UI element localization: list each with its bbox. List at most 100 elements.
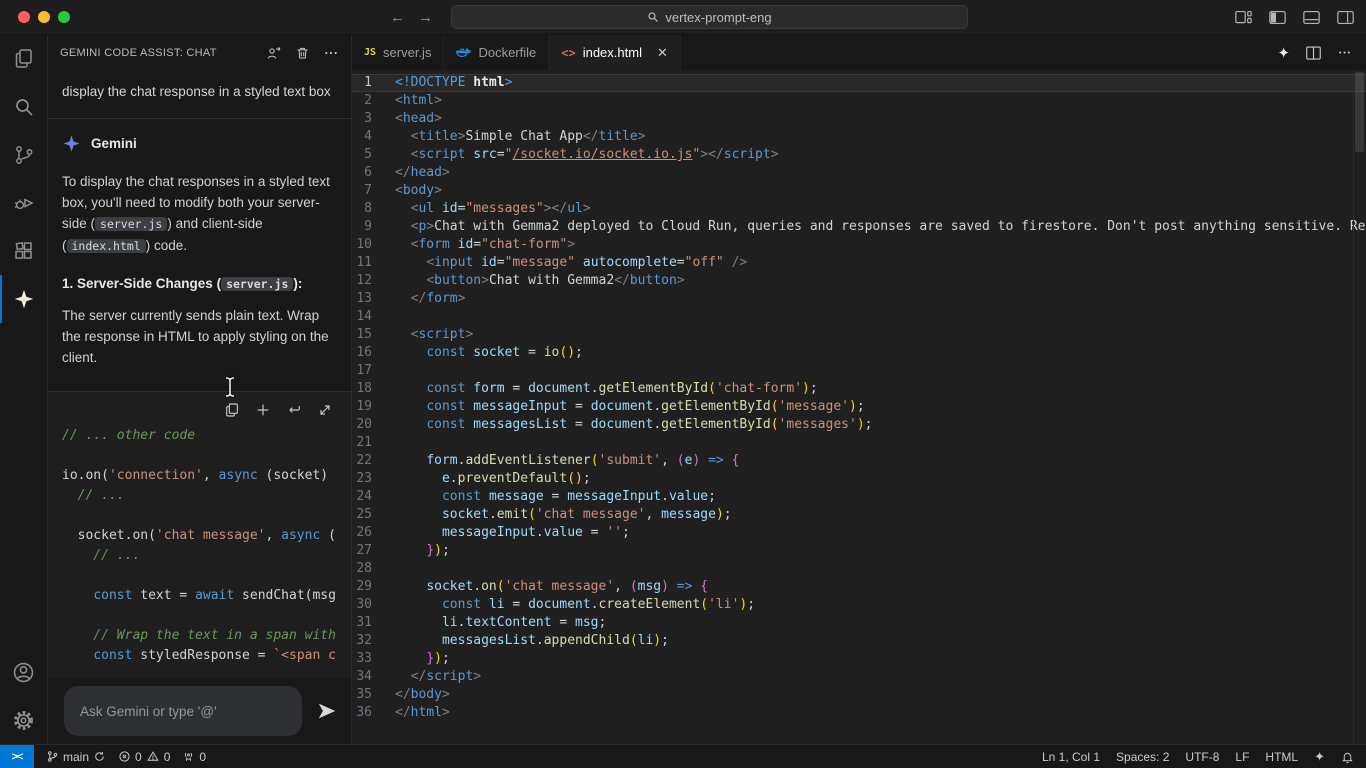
code-line[interactable]: 17 [352, 362, 1366, 380]
sidebar-item-explorer[interactable] [0, 35, 47, 83]
chat-code-line: // ... other code [62, 428, 196, 443]
code-line[interactable]: 10 <form id="chat-form"> [352, 236, 1366, 254]
search-value: vertex-prompt-eng [665, 9, 772, 25]
tab-server-js[interactable]: JS server.js [352, 35, 445, 70]
code-line[interactable]: 26 messageInput.value = ''; [352, 524, 1366, 542]
code-line[interactable]: 25 socket.emit('chat message', message); [352, 506, 1366, 524]
encoding[interactable]: UTF-8 [1177, 745, 1227, 768]
code-editor[interactable]: 1 <!DOCTYPE html> 2 <html> 3 <head> 4 <title>S… [352, 70, 1366, 744]
code-line[interactable]: 15 <script> [352, 326, 1366, 344]
gemini-sparkle-icon [14, 289, 33, 309]
gemini-response-header: Gemini [48, 119, 351, 161]
toggle-panel-icon[interactable] [1303, 10, 1320, 25]
vscode-window: ← → vertex-prompt-eng GEMINI CODE ASSIST… [0, 0, 1366, 768]
scrollbar-thumb[interactable] [1355, 72, 1364, 152]
sync-icon [95, 751, 104, 761]
sidebar-item-search[interactable] [0, 83, 47, 131]
code-line[interactable]: 18 const form = document.getElementById(… [352, 380, 1366, 398]
remote-indicator[interactable]: >< [0, 745, 34, 768]
chat-conversation: display the chat response in a styled te… [48, 70, 351, 678]
code-line[interactable]: 14 [352, 308, 1366, 326]
copy-icon[interactable] [224, 402, 240, 418]
chat-paragraph: The server currently sends plain text. W… [62, 308, 329, 365]
code-line[interactable]: 32 messagesList.appendChild(li); [352, 632, 1366, 650]
git-branch-item[interactable]: main [40, 745, 112, 768]
code-line[interactable]: 13 </form> [352, 290, 1366, 308]
command-center-search[interactable]: vertex-prompt-eng [451, 5, 968, 29]
code-line[interactable]: 11 <input id="message" autocomplete="off… [352, 254, 1366, 272]
settings-item[interactable] [0, 696, 47, 744]
tab-dockerfile[interactable]: Dockerfile [444, 35, 550, 70]
sidebar-item-gemini[interactable] [0, 275, 47, 323]
more-actions-icon[interactable] [323, 45, 339, 61]
insert-at-cursor-icon[interactable] [286, 402, 302, 418]
code-line[interactable]: 3 <head> [352, 110, 1366, 128]
code-line[interactable]: 33 }); [352, 650, 1366, 668]
scrollbar[interactable] [1353, 70, 1366, 744]
back-icon[interactable]: ← [390, 9, 405, 26]
send-icon[interactable] [315, 700, 339, 722]
share-chat-icon[interactable] [266, 45, 282, 61]
code-line[interactable]: 16 const socket = io(); [352, 344, 1366, 362]
editor-actions: ✦ [1277, 35, 1366, 70]
expand-icon[interactable] [317, 402, 333, 418]
accounts-item[interactable] [0, 648, 47, 696]
sidebar-item-extensions[interactable] [0, 227, 47, 275]
code-line[interactable]: 6 </head> [352, 164, 1366, 182]
traffic-lights [18, 11, 70, 23]
code-line[interactable]: 29 socket.on('chat message', (msg) => { [352, 578, 1366, 596]
close-tab-icon[interactable]: ✕ [657, 45, 668, 61]
cursor-position[interactable]: Ln 1, Col 1 [1034, 745, 1108, 768]
toggle-sidebar-icon[interactable] [1269, 10, 1286, 25]
chat-code-line: // ... [62, 488, 125, 503]
code-line[interactable]: 9 <p>Chat with Gemma2 deployed to Cloud … [352, 218, 1366, 236]
code-line[interactable]: 21 [352, 434, 1366, 452]
tab-index-html[interactable]: <> index.html ✕ [549, 35, 681, 70]
copilot-sparkle-icon[interactable]: ✦ [1306, 745, 1333, 768]
language-mode[interactable]: HTML [1257, 745, 1306, 768]
chat-code-line [62, 446, 351, 466]
gemini-chat-input[interactable] [64, 686, 302, 736]
code-line[interactable]: 7 <body> [352, 182, 1366, 200]
code-line[interactable]: 35 </body> [352, 686, 1366, 704]
code-line[interactable]: 24 const message = messageInput.value; [352, 488, 1366, 506]
gemini-editor-sparkle-icon[interactable]: ✦ [1277, 44, 1290, 62]
split-editor-icon[interactable] [1306, 45, 1321, 60]
code-line[interactable]: 27 }); [352, 542, 1366, 560]
code-line[interactable]: 1 <!DOCTYPE html> [352, 74, 1366, 92]
problems-item[interactable]: 0 0 [112, 745, 176, 768]
code-line[interactable]: 36 </html> [352, 704, 1366, 722]
code-line[interactable]: 8 <ul id="messages"></ul> [352, 200, 1366, 218]
clear-chat-trash-icon[interactable] [295, 45, 310, 61]
sidebar-item-run-debug[interactable] [0, 179, 47, 227]
warnings-count: 0 [163, 749, 171, 764]
code-line[interactable]: 22 form.addEventListener('submit', (e) =… [352, 452, 1366, 470]
code-line[interactable]: 30 const li = document.createElement('li… [352, 596, 1366, 614]
code-line[interactable]: 20 const messagesList = document.getElem… [352, 416, 1366, 434]
code-line[interactable]: 23 e.preventDefault(); [352, 470, 1366, 488]
forward-icon[interactable]: → [418, 9, 433, 26]
editor-more-actions-icon[interactable] [1337, 45, 1352, 60]
code-line[interactable]: 4 <title>Simple Chat App</title> [352, 128, 1366, 146]
radio-tower-icon [185, 752, 193, 761]
indentation[interactable]: Spaces: 2 [1108, 745, 1177, 768]
customize-layout-icon[interactable] [1235, 10, 1252, 25]
close-window-button[interactable] [18, 11, 30, 23]
notifications-bell-icon[interactable] [1333, 745, 1366, 768]
code-line[interactable]: 12 <button>Chat with Gemma2</button> [352, 272, 1366, 290]
code-line[interactable]: 28 [352, 560, 1366, 578]
code-line[interactable]: 19 const messageInput = document.getElem… [352, 398, 1366, 416]
code-line[interactable]: 5 <script src="/socket.io/socket.io.js">… [352, 146, 1366, 164]
code-line[interactable]: 34 </script> [352, 668, 1366, 686]
code-line[interactable]: 2 <html> [352, 92, 1366, 110]
accounts-icon [13, 662, 34, 682]
maximize-window-button[interactable] [58, 11, 70, 23]
add-icon[interactable] [255, 402, 271, 418]
eol[interactable]: LF [1227, 745, 1257, 768]
minimize-window-button[interactable] [38, 11, 50, 23]
code-line[interactable]: 31 li.textContent = msg; [352, 614, 1366, 632]
toggle-secondary-sidebar-icon[interactable] [1337, 10, 1354, 25]
sidebar-item-source-control[interactable] [0, 131, 47, 179]
ports-item[interactable]: 0 [176, 745, 212, 768]
warnings-icon [146, 751, 159, 761]
